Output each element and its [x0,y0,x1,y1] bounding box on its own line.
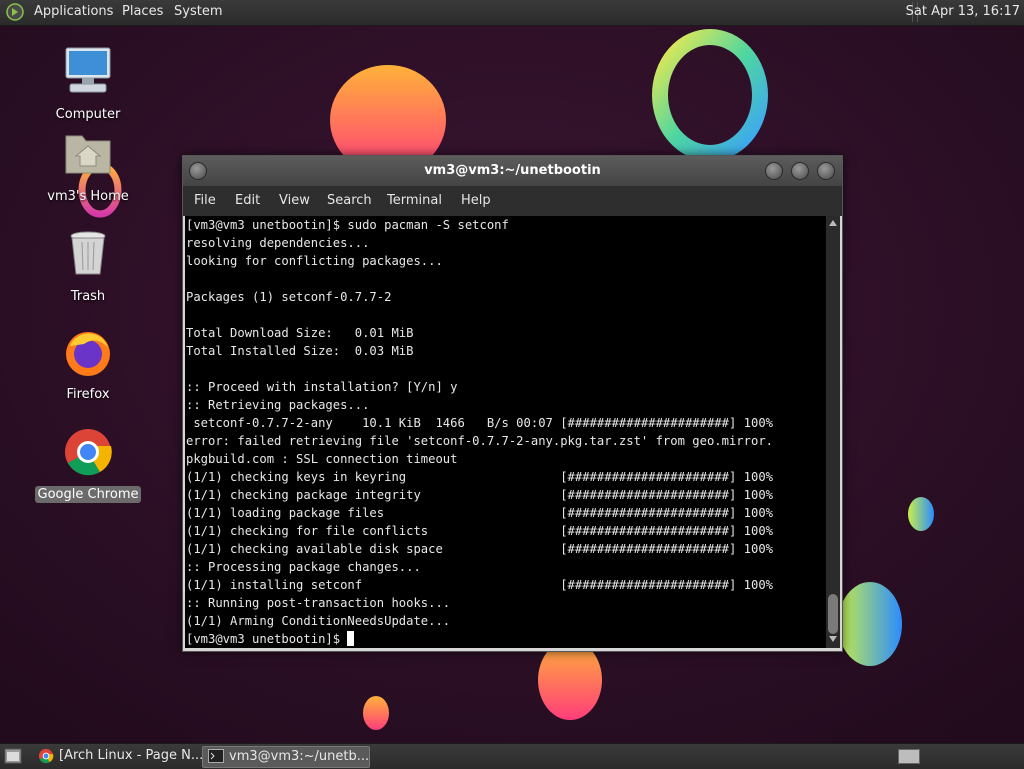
text-cursor [347,631,355,646]
minimize-button[interactable] [765,162,783,180]
menu-edit[interactable]: Edit [235,193,260,208]
terminal-line: Total Installed Size: 0.03 MiB [186,344,414,358]
terminal-line: [vm3@vm3 unetbootin]$ sudo pacman -S set… [186,218,509,232]
desktop-icon-label: Firefox [66,387,110,402]
terminal-line: (1/1) installing setconf [##############… [186,578,773,592]
terminal-line: (1/1) checking keys in keyring [########… [186,470,773,484]
workspace-switcher-icon[interactable] [898,749,920,764]
terminal-line: Total Download Size: 0.01 MiB [186,326,414,340]
terminal-line: pkgbuild.com : SSL connection timeout [186,452,458,466]
terminal-scrollbar[interactable] [826,216,840,648]
menu-view[interactable]: View [279,193,310,208]
places-menu[interactable]: Places [122,4,163,19]
desktop-icon-home[interactable]: vm3's Home [33,128,143,205]
maximize-button[interactable] [791,162,809,180]
scroll-down-arrow-icon[interactable] [829,636,837,642]
terminal-line: resolving dependencies... [186,236,370,250]
terminal-line: (1/1) checking for file conflicts [#####… [186,524,773,538]
terminal-icon [208,749,224,763]
clock[interactable]: Sat Apr 13, 16:17 [906,4,1020,19]
chrome-icon [65,429,112,476]
desktop-icon-trash[interactable]: Trash [33,228,143,305]
terminal-menubar: File Edit View Search Terminal Help [183,186,842,216]
applications-menu[interactable]: Applications [34,4,113,19]
window-title: vm3@vm3:~/unetbootin [424,163,601,178]
taskbar-item-label: vm3@vm3:~/unetb... [229,749,370,764]
taskbar-item-chrome[interactable]: [Arch Linux - Page N... [33,746,203,766]
system-menu[interactable]: System [174,4,222,19]
taskbar-item-terminal[interactable]: vm3@vm3:~/unetb... [202,746,370,768]
terminal-line: looking for conflicting packages... [186,254,443,268]
home-folder-icon [65,135,111,174]
terminal-line: (1/1) checking package integrity [######… [186,488,773,502]
computer-icon [65,47,111,93]
close-button[interactable] [817,162,835,180]
window-titlebar[interactable]: vm3@vm3:~/unetbootin [183,156,842,186]
terminal-line: :: Running post-transaction hooks... [186,596,451,610]
bottom-panel: [Arch Linux - Page N... vm3@vm3:~/unetb.… [0,743,1024,769]
scroll-up-arrow-icon[interactable] [829,220,837,226]
taskbar-item-label: [Arch Linux - Page N... [59,748,204,763]
menu-file[interactable]: File [194,193,216,208]
trash-icon [70,231,106,275]
terminal-line: :: Proceed with installation? [Y/n] y [186,380,458,394]
desktop-icon-label: Trash [70,289,106,304]
terminal-line: setconf-0.7.7-2-any 10.1 KiB 1466 B/s 00… [186,416,773,430]
firefox-icon [66,332,110,376]
desktop-icon-label: vm3's Home [47,189,129,204]
terminal-prompt-line[interactable]: [vm3@vm3 unetbootin]$ [185,630,826,648]
desktop-icon-chrome[interactable]: Google Chrome [33,426,143,503]
desktop-icon-computer[interactable]: Computer [33,46,143,123]
scrollbar-thumb[interactable] [828,594,838,634]
terminal-line: :: Retrieving packages... [186,398,370,412]
terminal-window: vm3@vm3:~/unetbootin File Edit View Sear… [182,155,843,652]
terminal-line: :: Processing package changes... [186,560,421,574]
terminal-output[interactable]: [vm3@vm3 unetbootin]$ sudo pacman -S set… [185,216,826,648]
desktop-icon-firefox[interactable]: Firefox [33,326,143,403]
desktop-icon-label: Google Chrome [34,486,142,503]
terminal-prompt: [vm3@vm3 unetbootin]$ [186,632,348,646]
menu-help[interactable]: Help [461,193,491,208]
terminal-line: Packages (1) setconf-0.7.7-2 [186,290,392,304]
show-desktop-icon[interactable] [4,748,22,764]
menu-search[interactable]: Search [327,193,372,208]
menu-terminal[interactable]: Terminal [387,193,442,208]
terminal-line: error: failed retrieving file 'setconf-0… [186,434,773,448]
desktop-icon-label: Computer [55,107,121,122]
terminal-line: (1/1) Arming ConditionNeedsUpdate... [186,614,451,628]
terminal-line: (1/1) checking available disk space [###… [186,542,773,556]
top-panel: Applications Places System Sat Apr 13, 1… [0,0,1024,26]
chrome-icon [38,748,54,764]
mate-logo-icon[interactable] [6,3,24,21]
terminal-line: (1/1) loading package files [###########… [186,506,773,520]
